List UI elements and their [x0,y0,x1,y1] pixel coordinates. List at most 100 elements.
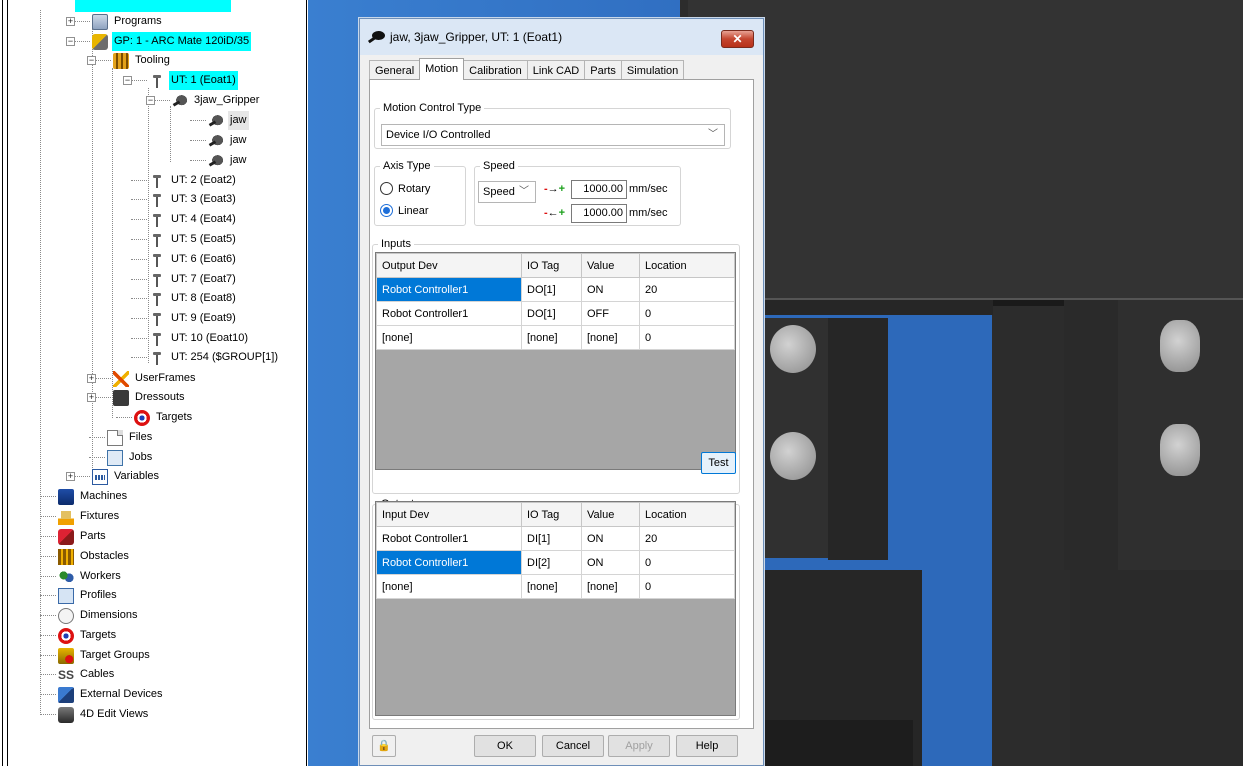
collapse-icon[interactable]: − [87,56,96,65]
table-cell[interactable]: DI[1] [521,526,582,551]
tree-item[interactable]: jaw [208,131,249,150]
tree-item[interactable]: UserFrames [113,369,198,388]
table-row[interactable]: [none] [none] [none] 0 [376,574,735,599]
table-cell[interactable]: DI[2] [521,550,582,575]
ok-button[interactable]: OK [474,735,536,757]
table-cell[interactable]: [none] [521,325,582,350]
tree-item[interactable]: Files [107,428,154,447]
tree-item[interactable]: Obstacles [58,547,131,566]
inputs-table[interactable]: Output Dev IO Tag Value Location Robot Contr… [375,252,736,470]
column-header[interactable]: Location [639,253,735,278]
table-row[interactable]: Robot Controller1 DO[1] OFF 0 [376,301,735,326]
dialog-titlebar[interactable]: jaw, 3jaw_Gripper, UT: 1 (Eoat1) ✕ [360,19,763,55]
table-row[interactable]: Robot Controller1 DI[1] ON 20 [376,526,735,551]
table-cell[interactable]: [none] [581,574,640,599]
table-cell[interactable]: Robot Controller1 [376,277,522,302]
motion-control-select[interactable]: Device I/O Controlled ﹀ [381,124,725,146]
table-cell[interactable]: [none] [376,325,522,350]
column-header[interactable]: Value [581,253,640,278]
tree-item[interactable]: jaw [208,151,249,170]
tree-item[interactable]: Programs [92,12,164,31]
tree-item[interactable]: UT: 7 (Eoat7) [149,270,238,289]
table-cell[interactable]: ON [581,277,640,302]
close-button[interactable]: ✕ [721,30,754,48]
table-cell[interactable]: 0 [639,550,735,575]
tree-item[interactable]: Variables [92,467,161,486]
tree-item[interactable]: UT: 8 (Eoat8) [149,289,238,308]
column-header[interactable]: Value [581,502,640,527]
tree-item[interactable]: UT: 5 (Eoat5) [149,230,238,249]
radio-linear[interactable] [380,204,393,217]
tree-item[interactable]: External Devices [58,685,165,704]
table-cell[interactable]: DO[1] [521,301,582,326]
collapse-icon[interactable]: − [146,96,155,105]
table-cell[interactable]: 20 [639,277,735,302]
forward-speed-input[interactable]: 1000.00 [571,180,627,199]
table-cell[interactable]: 0 [639,325,735,350]
tree-item[interactable]: UT: 1 (Eoat1) [149,71,238,90]
table-cell[interactable]: OFF [581,301,640,326]
table-cell[interactable]: Robot Controller1 [376,301,522,326]
table-cell[interactable]: DO[1] [521,277,582,302]
expand-icon[interactable]: + [87,374,96,383]
tree-item[interactable]: jaw [208,111,249,130]
tree-item[interactable]: Workers [58,567,123,586]
tab-link-cad[interactable]: Link CAD [526,60,586,80]
tree-item[interactable]: Tooling [113,51,172,70]
tree-item[interactable]: GP: 1 - ARC Mate 120iD/35 [92,32,252,51]
lock-button[interactable]: 🔒 [372,735,396,757]
expand-icon[interactable]: + [66,472,75,481]
tree-item[interactable]: Dressouts [113,388,187,407]
table-row[interactable]: Robot Controller1 DO[1] ON 20 [376,277,735,302]
collapse-icon[interactable]: − [123,76,132,85]
tree-item[interactable]: Machines [58,487,129,506]
reverse-speed-input[interactable]: 1000.00 [571,204,627,223]
tree-item[interactable]: UT: 4 (Eoat4) [149,210,238,229]
table-cell[interactable]: Robot Controller1 [376,526,522,551]
column-header[interactable]: Location [639,502,735,527]
test-button[interactable]: Test [701,452,736,474]
tab-motion[interactable]: Motion [419,58,465,80]
column-header[interactable]: IO Tag [521,253,582,278]
expand-icon[interactable]: + [66,17,75,26]
tab-simulation[interactable]: Simulation [620,60,685,80]
tab-general[interactable]: General [369,60,421,80]
column-header[interactable]: Output Dev [376,253,522,278]
table-cell[interactable]: Robot Controller1 [376,550,522,575]
collapse-icon[interactable]: − [66,37,75,46]
tree-item[interactable]: UT: 254 ($GROUP[1]) [149,348,280,367]
tree-item[interactable]: Jobs [107,448,154,467]
tree-item[interactable]: Fixtures [58,507,121,526]
table-cell[interactable]: 0 [639,301,735,326]
table-cell[interactable]: [none] [376,574,522,599]
table-cell[interactable]: [none] [581,325,640,350]
tree-item[interactable]: Parts [58,527,108,546]
tree-splitter[interactable] [306,0,307,766]
speed-mode-select[interactable]: Speed ﹀ [478,181,536,203]
tree-item[interactable]: UT: 10 (Eoat10) [149,329,250,348]
table-cell[interactable]: [none] [521,574,582,599]
axis-linear-radio[interactable]: Linear [380,204,429,217]
tree-item[interactable]: Targets [134,408,194,427]
apply-button[interactable]: Apply [608,735,670,757]
expand-icon[interactable]: + [87,393,96,402]
axis-rotary-radio[interactable]: Rotary [380,182,430,195]
tree-item[interactable]: Dimensions [58,606,139,625]
cancel-button[interactable]: Cancel [542,735,604,757]
table-cell[interactable]: ON [581,526,640,551]
tree-item[interactable]: UT: 6 (Eoat6) [149,250,238,269]
table-cell[interactable]: ON [581,550,640,575]
tree-item[interactable]: Target Groups [58,646,152,665]
tree-item[interactable]: SS Cables [58,665,116,684]
column-header[interactable]: IO Tag [521,502,582,527]
tree-item[interactable]: Profiles [58,586,119,605]
outputs-table[interactable]: Input Dev IO Tag Value Location Robot Contro… [375,501,736,716]
table-row[interactable]: [none] [none] [none] 0 [376,325,735,350]
tab-calibration[interactable]: Calibration [463,60,528,80]
tree-item[interactable]: 4D Edit Views [58,705,150,724]
tree-item[interactable]: Targets [58,626,118,645]
table-row[interactable]: Robot Controller1 DI[2] ON 0 [376,550,735,575]
tree-item[interactable]: UT: 9 (Eoat9) [149,309,238,328]
tree-item[interactable]: UT: 2 (Eoat2) [149,171,238,190]
tree-item[interactable]: 3jaw_Gripper [172,91,261,110]
